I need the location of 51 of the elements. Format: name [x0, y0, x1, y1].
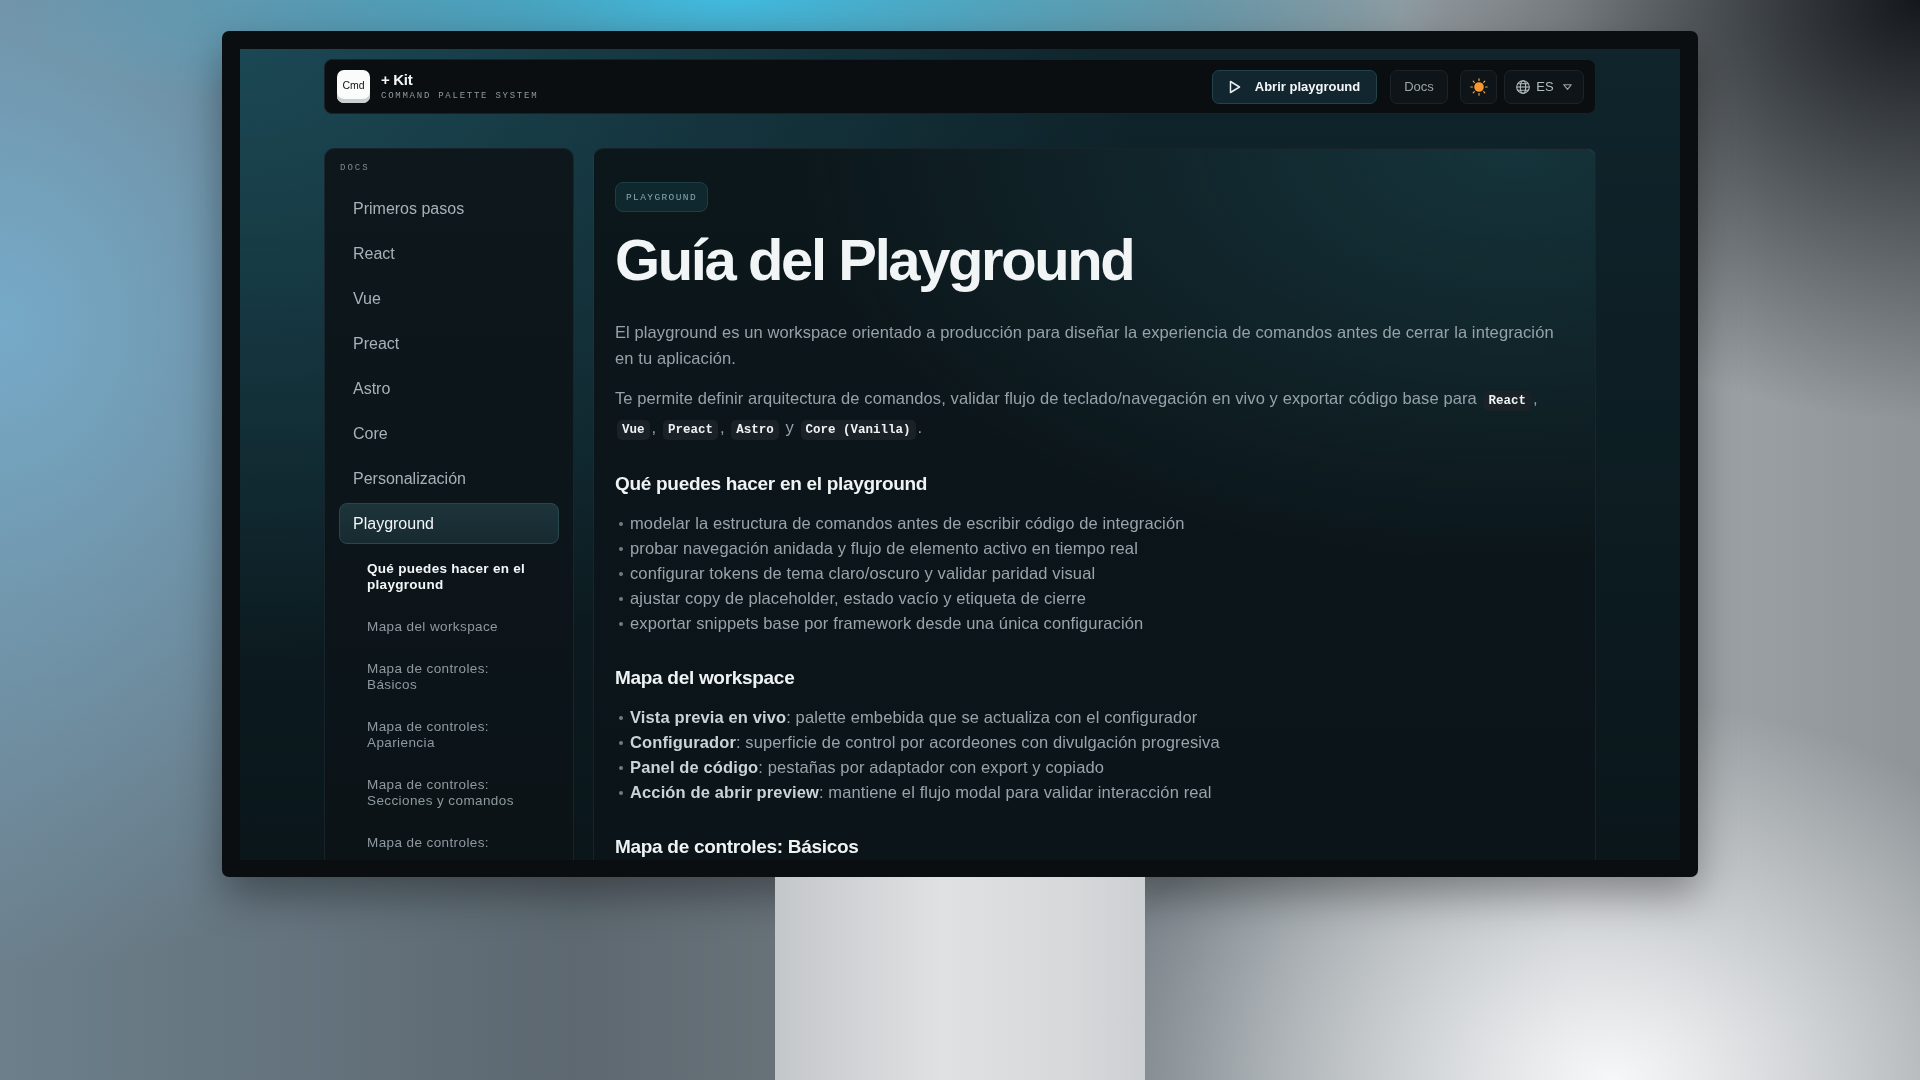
brand-name: + Kit [381, 71, 414, 88]
caret-icon [1562, 83, 1572, 90]
bullet-icon [619, 740, 623, 745]
bullet-icon [619, 621, 623, 626]
section-heading: Mapa de controles: Básicos [615, 835, 860, 859]
bullet-icon [619, 571, 623, 576]
docs-button[interactable]: Docs [1390, 69, 1448, 104]
bullet-icon [619, 596, 623, 601]
nav-subitem[interactable]: Mapa de controles: Básicos [367, 661, 533, 693]
nav-subitem[interactable]: Mapa de controles: Apariencia [367, 719, 533, 751]
list-item-text: Panel de código: pestañas por adaptador con export y copiado [630, 757, 1105, 778]
nav-subitem[interactable]: Qué puedes hacer en el playground [367, 561, 533, 593]
list-item-text: modelar la estructura de comandos antes de escribir código de integración [630, 513, 1185, 534]
nav-item[interactable]: Personalización [339, 458, 559, 499]
body-paragraph: Te permite definir arquitectura de comandos, validar flujo de teclado/navegación en vivo y exportar código base para React , Vue , Preact , Astro y Core (Vanilla) . [615, 386, 1555, 443]
open-playground-button[interactable]: Abrir playground [1212, 69, 1377, 104]
list-item-text: Configurador: superficie de control por acordeones con divulgación progresiva [630, 732, 1220, 753]
nav-item[interactable]: React [339, 233, 559, 274]
list-item-text: Vista previa en vivo: palette embebida que se actualiza con el configurador [630, 707, 1198, 728]
nav-item[interactable]: Playground [339, 503, 559, 544]
play-icon [1228, 79, 1241, 94]
sun-icon [1469, 77, 1488, 96]
page-title: Guía del Playground [615, 228, 1135, 292]
logo-keycap: Cmd [337, 70, 370, 103]
bullet-icon [619, 546, 623, 551]
list-item-text: configurar tokens de tema claro/oscuro y validar paridad visual [630, 563, 1096, 584]
list-item-text: probar navegación anidada y flujo de elemento activo en tiempo real [630, 538, 1138, 559]
nav-item[interactable]: Astro [339, 368, 559, 409]
theme-toggle-button[interactable] [1460, 69, 1497, 104]
sidebar-heading: DOCS [339, 163, 371, 174]
list-item-text: Acción de abrir preview: mantiene el flujo modal para validar interacción real [630, 782, 1212, 803]
nav-item[interactable]: Core [339, 413, 559, 454]
section-heading: Mapa del workspace [615, 666, 796, 690]
nav-subitem[interactable]: Mapa de controles: [367, 835, 533, 851]
nav-item[interactable]: Primeros pasos [339, 188, 559, 229]
body-paragraph: El playground es un workspace orientado a producción para diseñar la experiencia de comandos antes de cerrar la integración en tu aplicación. [615, 322, 1555, 369]
nav-subitem[interactable]: Mapa del workspace [367, 619, 533, 635]
bullet-icon [619, 765, 623, 770]
brand-tagline: COMMAND PALETTE SYSTEM [381, 91, 539, 102]
list-item-text: ajustar copy de placeholder, estado vacío y etiqueta de cierre [630, 588, 1086, 609]
bullet-icon [619, 715, 623, 720]
globe-icon [1516, 79, 1531, 94]
nav-item[interactable]: Preact [339, 323, 559, 364]
bullet-icon [619, 790, 623, 795]
bullet-icon [619, 521, 623, 526]
section-heading: Qué puedes hacer en el playground [615, 472, 929, 496]
section-badge: PLAYGROUND [615, 182, 708, 212]
nav-subitem[interactable]: Mapa de controles: Secciones y comandos [367, 777, 533, 809]
language-button[interactable]: ES [1504, 69, 1584, 104]
list-item-text: exportar snippets base por framework desde una única configuración [630, 613, 1144, 634]
nav-item[interactable]: Vue [339, 278, 559, 319]
